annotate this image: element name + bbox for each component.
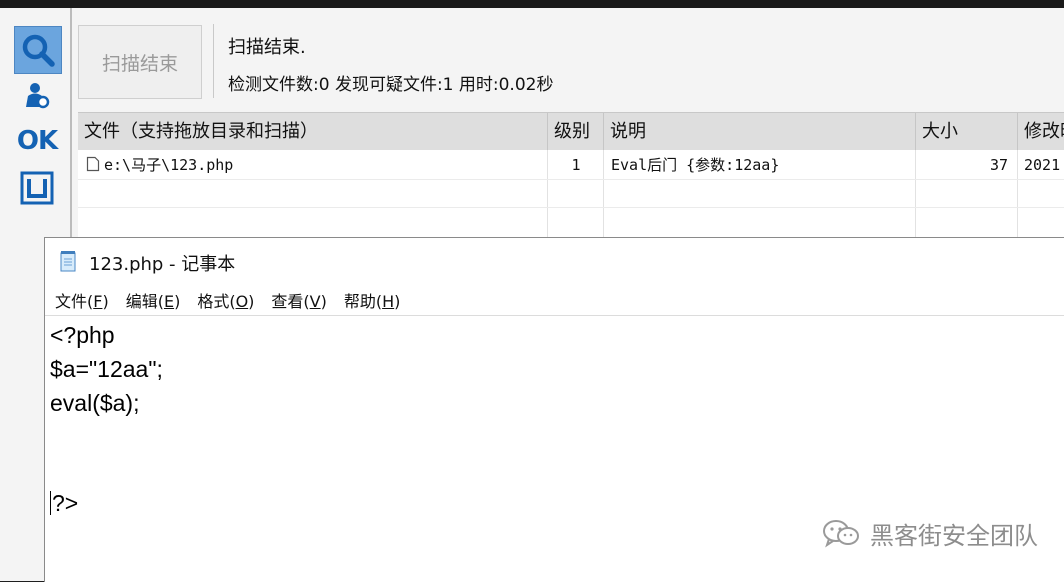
code-line: $a="12aa"; [50, 356, 163, 382]
wechat-icon [823, 520, 859, 548]
menu-format[interactable]: 格式(O) [197, 288, 254, 314]
user-button[interactable] [14, 78, 60, 114]
watermark: 黑客街安全团队 [820, 516, 1038, 550]
notepad-title: 123.php - 记事本 [89, 254, 236, 275]
menu-bar: 文件(F) 编辑(E) 格式(O) 查看(V) 帮助(H) [55, 288, 417, 314]
column-header-description[interactable]: 说明 [604, 113, 916, 150]
notepad-icon [60, 251, 76, 272]
menu-divider [45, 315, 1064, 316]
modified-cell: 2021 [1024, 156, 1061, 174]
search-icon [22, 34, 55, 67]
status-detail: 检测文件数:0 发现可疑文件:1 用时:0.02秒 [228, 75, 554, 95]
sidebar-divider [70, 8, 72, 248]
column-header-modified[interactable]: 修改时 [1018, 113, 1064, 150]
title-bar-strip [0, 0, 1064, 8]
text-editor[interactable]: <?php $a="12aa"; eval($a); ?> [50, 318, 1050, 520]
row-divider [78, 179, 1064, 180]
column-header-file[interactable]: 文件（支持拖放目录和扫描） [78, 113, 548, 150]
row-divider [78, 207, 1064, 208]
box-button[interactable] [14, 168, 60, 208]
file-icon [86, 156, 100, 172]
box-icon [20, 171, 54, 205]
code-line: eval($a); [50, 390, 140, 416]
description-cell: Eval后门 {参数:12aa} [611, 156, 780, 174]
text-caret [50, 491, 51, 515]
watermark-text: 黑客街安全团队 [870, 521, 1038, 550]
column-header-level[interactable]: 级别 [548, 113, 604, 150]
size-cell: 37 [989, 156, 1008, 174]
results-table: 文件（支持拖放目录和扫描） 级别 说明 大小 修改时 e:\马子\123.php… [78, 112, 1064, 243]
sidebar: OK [6, 20, 68, 240]
file-path: e:\马子\123.php [104, 156, 234, 174]
level-cell: 1 [571, 156, 581, 174]
menu-file[interactable]: 文件(F) [55, 288, 109, 314]
scan-end-button[interactable]: 扫描结束 [78, 25, 202, 99]
status-separator [213, 24, 214, 98]
column-header-size[interactable]: 大小 [916, 113, 1018, 150]
column-divider [1017, 150, 1018, 243]
search-button[interactable] [14, 26, 62, 74]
menu-help[interactable]: 帮助(H) [344, 288, 401, 314]
menu-view[interactable]: 查看(V) [271, 288, 326, 314]
ok-button[interactable]: OK [14, 122, 60, 160]
notepad-title-bar[interactable]: 123.php - 记事本 [45, 238, 1064, 284]
status-title: 扫描结束. [228, 37, 306, 58]
file-cell: e:\马子\123.php [86, 151, 546, 179]
code-line: <?php [50, 322, 115, 348]
user-icon [26, 83, 50, 109]
menu-edit[interactable]: 编辑(E) [126, 288, 181, 314]
